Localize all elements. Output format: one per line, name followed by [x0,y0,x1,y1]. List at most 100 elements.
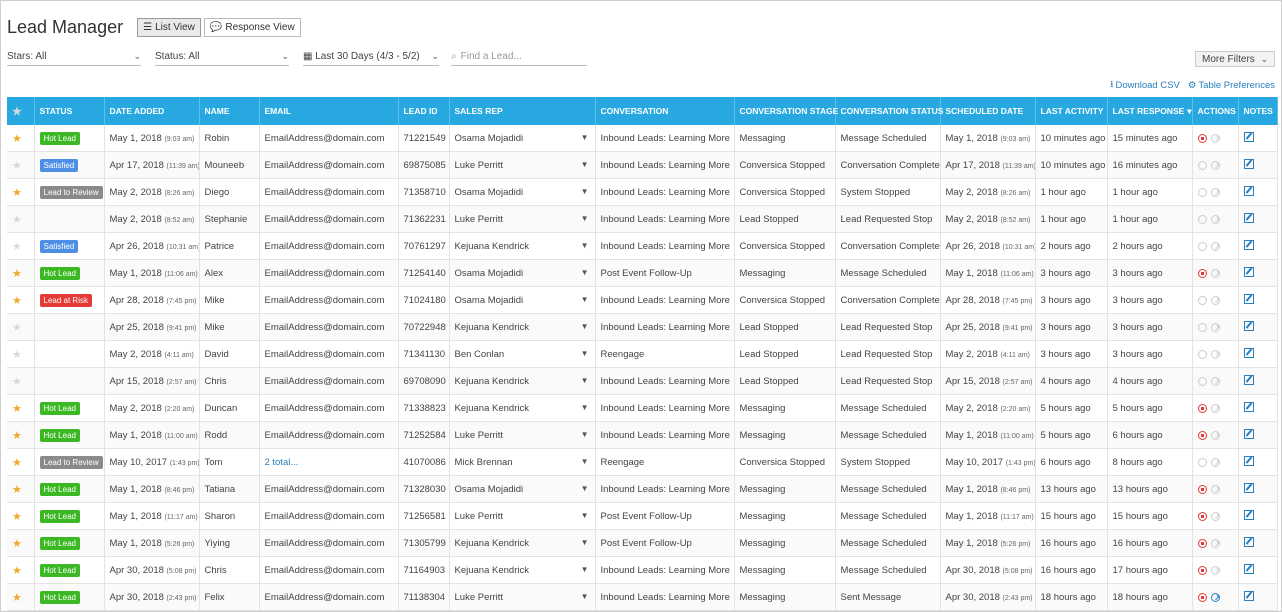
column-header-conversation[interactable]: CONVERSATION [595,97,735,125]
sales-rep-select[interactable]: Kejuana Kendrick ▼ [449,394,596,422]
forward-icon[interactable] [1210,241,1220,251]
edit-note-icon[interactable] [1243,482,1254,493]
forward-icon[interactable] [1210,511,1220,521]
sales-rep-select[interactable]: Osama Mojadidi ▼ [449,125,596,152]
response-view-button[interactable]: 💬 Response View [203,17,301,37]
edit-note-icon[interactable] [1243,428,1254,439]
edit-note-icon[interactable] [1243,293,1254,304]
table-row[interactable]: ★ Hot Lead May 1, 2018 (5:26 pm) Yiying … [7,529,1278,557]
stop-icon[interactable] [1197,457,1207,467]
table-row[interactable]: ★ Hot Lead Apr 30, 2018 (2:43 pm) Felix … [7,583,1278,611]
edit-note-icon[interactable] [1243,347,1254,358]
table-row[interactable]: ★ Apr 15, 2018 (2:57 am) Chris EmailAddr… [7,367,1278,395]
edit-note-icon[interactable] [1243,131,1254,142]
edit-note-icon[interactable] [1243,185,1254,196]
star-cell[interactable]: ★ [7,286,35,314]
forward-icon[interactable] [1210,403,1220,413]
edit-note-icon[interactable] [1243,374,1254,385]
sales-rep-select[interactable]: Osama Mojadidi ▼ [449,178,596,206]
star-icon[interactable]: ★ [12,187,22,199]
stop-icon[interactable] [1197,565,1207,575]
stop-icon[interactable] [1197,430,1207,440]
name-cell[interactable]: David [199,340,260,368]
name-cell[interactable]: Diego [199,178,260,206]
forward-icon[interactable] [1210,457,1220,467]
star-icon[interactable]: ★ [12,322,22,334]
table-row[interactable]: ★ May 2, 2018 (8:52 am) Stephanie EmailA… [7,205,1278,233]
star-cell[interactable]: ★ [7,313,35,341]
star-icon[interactable]: ★ [12,430,22,442]
column-header-conversation-status[interactable]: CONVERSATION STATUS [835,97,943,125]
sales-rep-select[interactable]: Mick Brennan ▼ [449,448,596,476]
column-header-last-activity[interactable]: LAST ACTIVITY [1035,97,1108,125]
edit-note-icon[interactable] [1243,536,1254,547]
table-row[interactable]: ★ Apr 25, 2018 (9:41 pm) Mike EmailAddre… [7,313,1278,341]
stop-icon[interactable] [1197,133,1207,143]
column-header-date-added[interactable]: DATE ADDED [104,97,200,125]
star-cell[interactable]: ★ [7,529,35,557]
forward-icon[interactable] [1210,160,1220,170]
forward-icon[interactable] [1210,349,1220,359]
table-row[interactable]: ★ Hot Lead Apr 30, 2018 (5:08 pm) Chris … [7,556,1278,584]
sales-rep-select[interactable]: Osama Mojadidi ▼ [449,286,596,314]
table-row[interactable]: ★ Lead to Review May 10, 2017 (1:43 pm) … [7,448,1278,476]
sales-rep-select[interactable]: Luke Perritt ▼ [449,205,596,233]
star-cell[interactable]: ★ [7,421,35,449]
stop-icon[interactable] [1197,268,1207,278]
edit-note-icon[interactable] [1243,239,1254,250]
star-cell[interactable]: ★ [7,583,35,611]
email-cell[interactable]: 2 total... [259,448,399,476]
sales-rep-select[interactable]: Kejuana Kendrick ▼ [449,367,596,395]
column-header-lead-id[interactable]: LEAD ID [398,97,450,125]
star-cell[interactable]: ★ [7,151,35,179]
table-row[interactable]: ★ Satisfied Apr 26, 2018 (10:31 am) Patr… [7,232,1278,260]
stop-icon[interactable] [1197,322,1207,332]
sales-rep-select[interactable]: Osama Mojadidi ▼ [449,475,596,503]
star-cell[interactable]: ★ [7,259,35,287]
sales-rep-select[interactable]: Luke Perritt ▼ [449,583,596,611]
date-range-filter[interactable]: ▦ Last 30 Days (4/3 - 5/2) ⌄ [303,47,439,66]
star-icon[interactable]: ★ [12,295,22,307]
sales-rep-select[interactable]: Osama Mojadidi ▼ [449,259,596,287]
forward-icon[interactable] [1210,538,1220,548]
stop-icon[interactable] [1197,241,1207,251]
forward-icon[interactable] [1210,592,1220,602]
column-header-name[interactable]: NAME [199,97,260,125]
star-cell[interactable]: ★ [7,367,35,395]
column-header-conversation-stage[interactable]: CONVERSATION STAGE [734,97,838,125]
column-header-email[interactable]: EMAIL [259,97,399,125]
star-cell[interactable]: ★ [7,205,35,233]
more-filters-button[interactable]: More Filters ⌄ [1195,51,1275,67]
forward-icon[interactable] [1210,133,1220,143]
download-csv-link[interactable]: ⭳ Download CSV [1110,77,1180,93]
forward-icon[interactable] [1210,430,1220,440]
name-cell[interactable]: Felix [199,583,260,611]
name-cell[interactable]: Tom [199,448,260,476]
column-header-scheduled-date[interactable]: SCHEDULED DATE [940,97,1036,125]
stop-icon[interactable] [1197,511,1207,521]
sales-rep-select[interactable]: Kejuana Kendrick ▼ [449,313,596,341]
star-icon[interactable]: ★ [12,511,22,523]
column-header-sales-rep[interactable]: SALES REP [449,97,596,125]
star-cell[interactable]: ★ [7,394,35,422]
list-view-button[interactable]: ☰ List View [137,17,201,37]
table-row[interactable]: ★ May 2, 2018 (4:11 am) David EmailAddre… [7,340,1278,368]
table-row[interactable]: ★ Hot Lead May 1, 2018 (8:46 pm) Tatiana… [7,475,1278,503]
name-cell[interactable]: Duncan [199,394,260,422]
name-cell[interactable]: Mike [199,286,260,314]
stop-icon[interactable] [1197,295,1207,305]
stop-icon[interactable] [1197,349,1207,359]
star-icon[interactable]: ★ [12,268,22,280]
table-row[interactable]: ★ Lead to Review May 2, 2018 (8:26 am) D… [7,178,1278,206]
sales-rep-select[interactable]: Kejuana Kendrick ▼ [449,529,596,557]
star-icon[interactable]: ★ [12,241,22,253]
star-icon[interactable]: ★ [12,349,22,361]
stop-icon[interactable] [1197,376,1207,386]
star-cell[interactable]: ★ [7,448,35,476]
table-row[interactable]: ★ Hot Lead May 1, 2018 (11:00 am) Rodd E… [7,421,1278,449]
table-row[interactable]: ★ Hot Lead May 1, 2018 (11:17 am) Sharon… [7,502,1278,530]
star-icon[interactable]: ★ [12,376,22,388]
star-cell[interactable]: ★ [7,125,35,152]
edit-note-icon[interactable] [1243,266,1254,277]
edit-note-icon[interactable] [1243,212,1254,223]
